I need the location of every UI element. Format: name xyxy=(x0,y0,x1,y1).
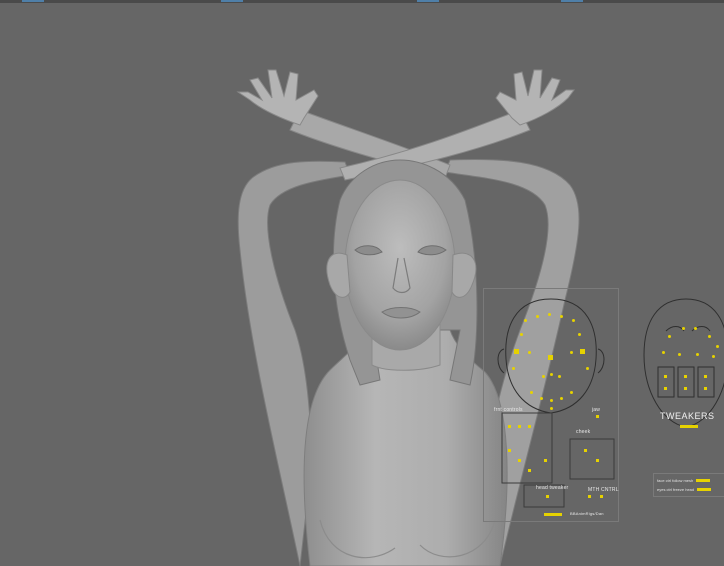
tweaker-control[interactable] xyxy=(684,387,687,390)
eye-control[interactable] xyxy=(514,349,519,354)
head-tweaker-control[interactable] xyxy=(546,495,549,498)
tweaker-control[interactable] xyxy=(704,375,707,378)
left-ear xyxy=(326,252,351,298)
tweaker-control[interactable] xyxy=(696,353,699,356)
fr-control[interactable] xyxy=(528,469,531,472)
cheek-control[interactable] xyxy=(586,367,589,370)
tweaker-control[interactable] xyxy=(668,335,671,338)
fr-control[interactable] xyxy=(528,425,531,428)
mouth-control[interactable] xyxy=(560,397,563,400)
cheek-control[interactable] xyxy=(512,367,515,370)
fr-control[interactable] xyxy=(518,459,521,462)
lid-control[interactable] xyxy=(570,351,573,354)
tweaker-control[interactable] xyxy=(684,375,687,378)
lid-control[interactable] xyxy=(528,351,531,354)
lip-control[interactable] xyxy=(558,375,561,378)
brow-control[interactable] xyxy=(548,313,551,316)
tweaker-control[interactable] xyxy=(694,327,697,330)
tweaker-control[interactable] xyxy=(716,345,719,348)
follow-mesh-swatch[interactable] xyxy=(696,479,711,482)
face-rig-panel[interactable]: frnt controls jaw cheek head tweaker MTH… xyxy=(483,288,619,522)
brow-control[interactable] xyxy=(524,319,527,322)
label-jaw: jaw xyxy=(592,407,601,413)
mouth-control[interactable] xyxy=(588,495,591,498)
mouth-control[interactable] xyxy=(600,495,603,498)
tweaker-control[interactable] xyxy=(682,327,685,330)
mouth-control[interactable] xyxy=(540,397,543,400)
brow-control[interactable] xyxy=(578,333,581,336)
tweaker-control[interactable] xyxy=(678,353,681,356)
follow-mesh-row[interactable]: face ctrl follow mesh xyxy=(657,478,711,483)
fr-control[interactable] xyxy=(508,449,511,452)
cheek-slider[interactable] xyxy=(584,449,587,452)
label-cheek: cheek xyxy=(576,429,591,435)
tweaker-control[interactable] xyxy=(704,387,707,390)
follow-settings-box: face ctrl follow mesh eyes ctrl freeze h… xyxy=(653,473,724,497)
brow-control[interactable] xyxy=(572,319,575,322)
head xyxy=(344,179,456,351)
brow-control[interactable] xyxy=(536,315,539,318)
tweakers-panel[interactable]: TWEAKERS xyxy=(638,295,724,435)
brow-control[interactable] xyxy=(520,333,523,336)
mouth-control[interactable] xyxy=(550,399,553,402)
lip-control[interactable] xyxy=(550,373,553,376)
3d-viewport[interactable]: frnt controls jaw cheek head tweaker MTH… xyxy=(0,0,724,566)
freeze-head-label: eyes ctrl freeze head xyxy=(657,487,695,492)
label-head-tweaker: head tweaker xyxy=(536,485,569,491)
chin-control[interactable] xyxy=(550,407,553,410)
fr-control[interactable] xyxy=(544,459,547,462)
tweakers-select-bar[interactable] xyxy=(680,425,698,428)
tweaker-control[interactable] xyxy=(664,387,667,390)
eye-control[interactable] xyxy=(580,349,585,354)
label-credit: BBAnimRigs/Dan xyxy=(570,511,604,516)
mouth-control[interactable] xyxy=(530,391,533,394)
mouth-control[interactable] xyxy=(570,391,573,394)
label-fr-controls: frnt controls xyxy=(494,407,523,413)
label-mth-cntrl: MTH CNTRL xyxy=(588,487,619,493)
tweaker-control[interactable] xyxy=(712,355,715,358)
cheek-slider[interactable] xyxy=(596,459,599,462)
tweakers-title: TWEAKERS xyxy=(660,411,715,421)
brow-control[interactable] xyxy=(560,315,563,318)
jaw-control[interactable] xyxy=(596,415,599,418)
freeze-head-swatch[interactable] xyxy=(697,488,712,491)
freeze-head-row[interactable]: eyes ctrl freeze head xyxy=(657,487,712,492)
fr-control[interactable] xyxy=(508,425,511,428)
tweaker-control[interactable] xyxy=(662,351,665,354)
rig-select-bar[interactable] xyxy=(544,513,562,516)
tweaker-control[interactable] xyxy=(708,335,711,338)
tweaker-control[interactable] xyxy=(664,375,667,378)
follow-mesh-label: face ctrl follow mesh xyxy=(657,478,694,483)
fr-control[interactable] xyxy=(518,425,521,428)
lip-control[interactable] xyxy=(542,375,545,378)
nose-control[interactable] xyxy=(548,355,553,360)
